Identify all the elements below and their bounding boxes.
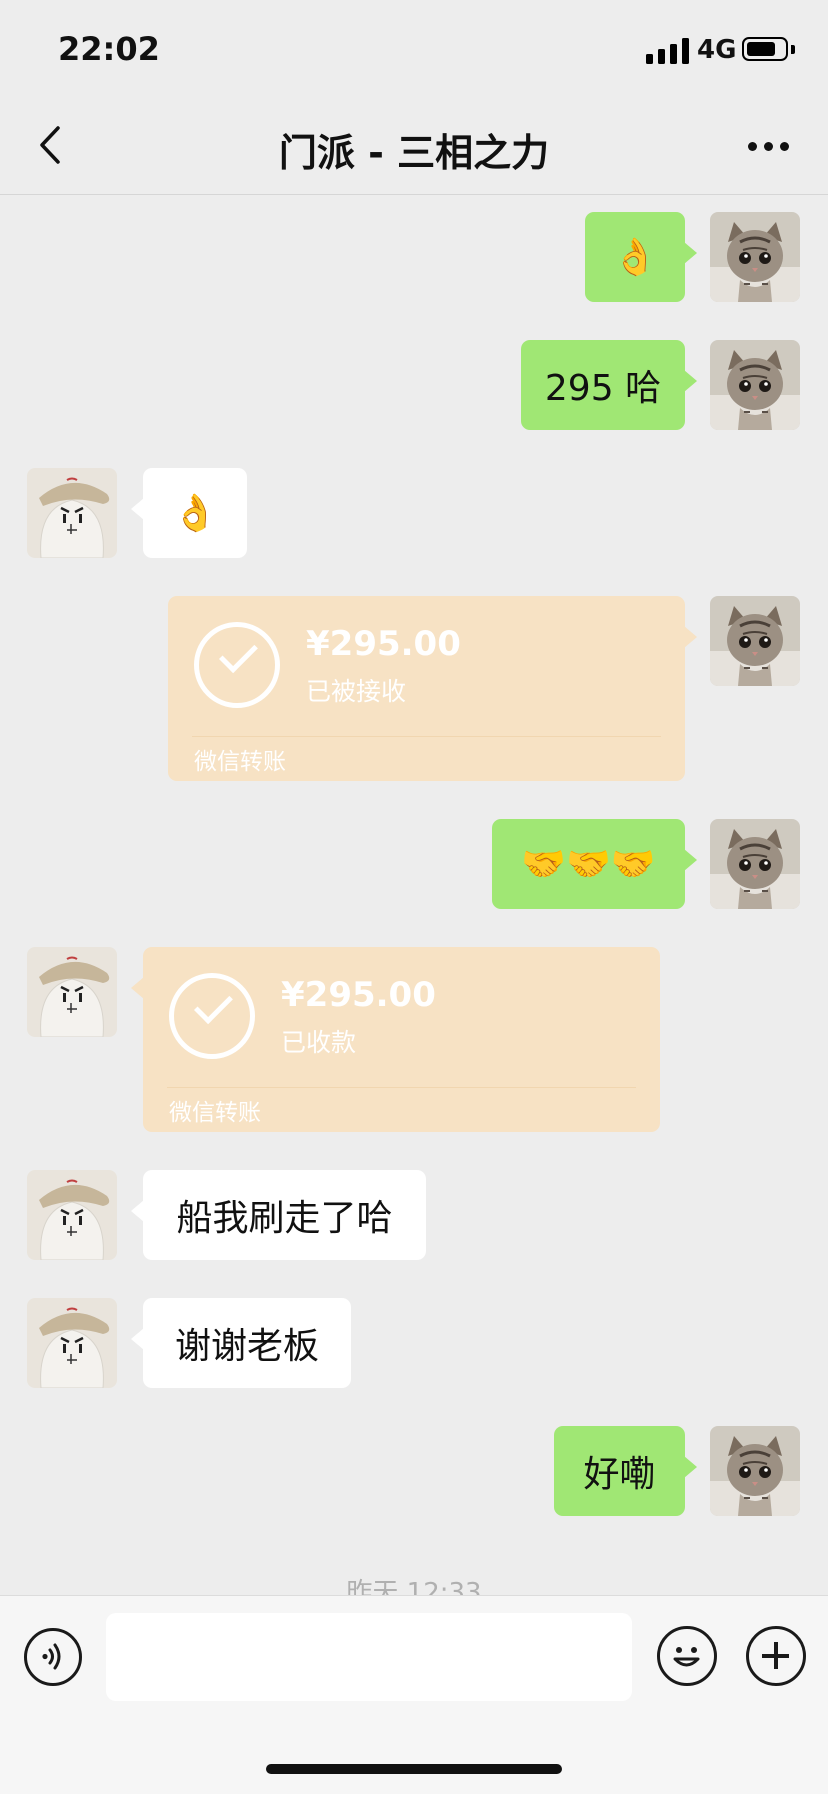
status-time: 22:02	[58, 30, 160, 68]
avatar-contact[interactable]	[27, 1170, 117, 1260]
avatar-self[interactable]	[710, 596, 800, 686]
avatar-self[interactable]	[710, 212, 800, 302]
message-text: 295 哈	[544, 368, 662, 409]
transfer-card-received[interactable]: ¥295.00 已收款 微信转账	[131, 947, 660, 1132]
chat-title: 门派 - 三相之力	[278, 131, 550, 175]
message-bubble-sent[interactable]: 好嘞	[554, 1426, 697, 1516]
message-text: 👌	[172, 493, 218, 534]
battery-icon	[742, 37, 788, 61]
message-text: 谢谢老板	[174, 1326, 319, 1367]
check-circle-icon	[169, 973, 255, 1059]
divider	[167, 1087, 636, 1088]
plus-icon[interactable]	[746, 1626, 806, 1686]
message-text: 好嘞	[583, 1454, 656, 1495]
avatar-self[interactable]	[710, 819, 800, 909]
avatar-contact[interactable]	[27, 1298, 117, 1388]
avatar-contact[interactable]	[27, 947, 117, 1037]
message-text: 🤝🤝🤝	[521, 844, 656, 885]
avatar-self[interactable]	[710, 340, 800, 430]
status-bar: 22:02 4G	[0, 0, 828, 100]
more-dots-icon[interactable]	[742, 122, 794, 170]
transfer-label: 微信转账	[194, 749, 286, 775]
signal-icon	[646, 38, 689, 64]
emoji-icon[interactable]	[657, 1626, 717, 1686]
transfer-card-sent[interactable]: ¥295.00 已被接收 微信转账	[168, 596, 697, 781]
transfer-label: 微信转账	[169, 1100, 261, 1126]
divider	[192, 736, 661, 737]
avatar-self[interactable]	[710, 1426, 800, 1516]
message-bubble-received[interactable]: 👌	[131, 468, 247, 558]
message-bubble-received[interactable]: 谢谢老板	[131, 1298, 351, 1388]
network-type: 4G	[697, 35, 737, 65]
message-text: 👌	[612, 237, 658, 278]
transfer-amount: ¥295.00	[281, 975, 436, 1015]
transfer-amount: ¥295.00	[306, 624, 461, 664]
message-bubble-sent[interactable]: 👌	[585, 212, 697, 302]
message-bubble-received[interactable]: 船我刷走了哈	[131, 1170, 426, 1260]
transfer-status: 已收款	[281, 1028, 357, 1057]
message-input[interactable]	[106, 1613, 632, 1701]
chat-header: 门派 - 三相之力	[0, 100, 828, 195]
message-bubble-sent[interactable]: 295 哈	[521, 340, 697, 430]
home-indicator	[266, 1764, 562, 1774]
message-bubble-sent[interactable]: 🤝🤝🤝	[492, 819, 697, 909]
avatar-contact[interactable]	[27, 468, 117, 558]
voice-icon[interactable]	[24, 1628, 82, 1686]
battery-cap	[791, 45, 795, 54]
message-text: 船我刷走了哈	[176, 1198, 393, 1239]
transfer-status: 已被接收	[306, 677, 407, 706]
check-circle-icon	[194, 622, 280, 708]
